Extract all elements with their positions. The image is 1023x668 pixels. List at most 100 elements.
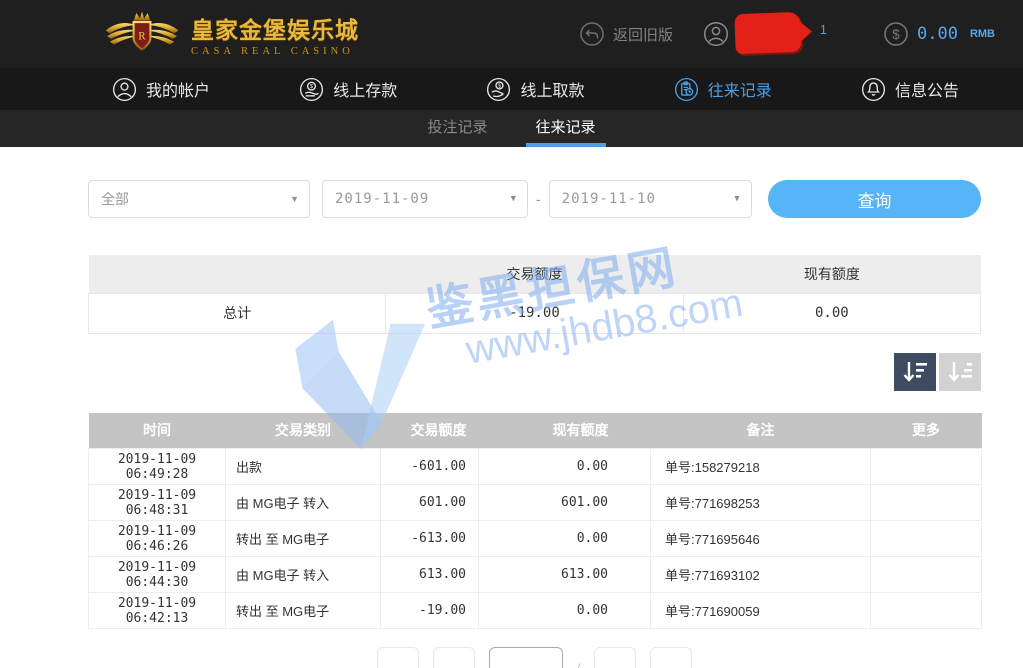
records-clipboard-icon [674, 77, 699, 102]
bell-icon [861, 77, 886, 102]
chevron-down-icon: ▼ [734, 194, 740, 204]
main-content: 全部 ▼ 2019-11-09 ▼ - 2019-11-10 ▼ 查询 交易额度… [88, 180, 981, 668]
user-icon [703, 21, 729, 47]
cell-balance: 0.00 [479, 449, 651, 485]
dollar-circle-icon: $ [883, 21, 909, 47]
summary-total-row: 总计 -19.00 0.00 [89, 293, 981, 333]
col-header-balance: 现有额度 [479, 413, 651, 449]
nav-label: 我的帐户 [146, 77, 210, 101]
cell-amount: 601.00 [381, 485, 479, 521]
records-header-row: 时间 交易类别 交易额度 现有额度 备注 更多 [89, 413, 982, 449]
pagination: / [88, 647, 981, 668]
cell-type: 由 MG电子 转入 [226, 485, 381, 521]
account-info[interactable]: 1 [703, 13, 823, 55]
nav-item-transaction-records[interactable]: 往来记录 [674, 77, 772, 102]
nav-item-my-account[interactable]: 我的帐户 [112, 77, 210, 102]
sort-controls [88, 353, 981, 391]
balance-display[interactable]: $ 0.00 RMB [883, 21, 995, 47]
summary-total-label: 总计 [89, 293, 386, 333]
logo-title: 皇家金堡娱乐城 [191, 11, 359, 45]
back-arrow-icon [579, 21, 605, 47]
nav-item-online-deposit[interactable]: $ 线上存款 [299, 77, 397, 102]
user-icon [112, 77, 137, 102]
redaction-overlay [734, 12, 801, 54]
sort-ascending-button[interactable] [939, 353, 981, 391]
logo-monogram: R [138, 31, 146, 43]
site-logo[interactable]: R 皇家金堡娱乐城 CASA REAL CASINO [100, 8, 359, 60]
table-row: 2019-11-09 06:49:28 出款 -601.00 0.00 单号:1… [89, 449, 982, 485]
tab-betting-records[interactable]: 投注记录 [417, 110, 497, 147]
records-table: 时间 交易类别 交易额度 现有额度 备注 更多 2019-11-09 06:49… [88, 413, 982, 630]
cell-remark: 单号:771693102 [651, 557, 871, 593]
pagination-last-button[interactable] [650, 647, 692, 668]
cell-more [871, 557, 982, 593]
logo-text: 皇家金堡娱乐城 CASA REAL CASINO [191, 11, 359, 57]
top-header: R 皇家金堡娱乐城 CASA REAL CASINO 返回旧版 [0, 0, 1023, 68]
balance-currency: RMB [970, 28, 995, 40]
col-header-more: 更多 [871, 413, 982, 449]
table-row: 2019-11-09 06:48:31 由 MG电子 转入 601.00 601… [89, 485, 982, 521]
cell-type: 转出 至 MG电子 [226, 593, 381, 629]
summary-header-empty [89, 255, 386, 293]
cell-more [871, 521, 982, 557]
pagination-next-button[interactable] [594, 647, 636, 668]
main-nav: 我的帐户 $ 线上存款 $ 线上取款 [0, 68, 1023, 110]
table-row: 2019-11-09 06:44:30 由 MG电子 转入 613.00 613… [89, 557, 982, 593]
cell-type: 转出 至 MG电子 [226, 521, 381, 557]
topbar-right: 返回旧版 1 $ 0.00 RMB [579, 13, 995, 55]
cell-amount: 613.00 [381, 557, 479, 593]
balance-amount: 0.00 [917, 24, 958, 44]
cell-type: 出款 [226, 449, 381, 485]
back-to-old-version-link[interactable]: 返回旧版 [579, 21, 673, 47]
date-to-select[interactable]: 2019-11-10 ▼ [549, 180, 752, 218]
page-input[interactable] [489, 647, 563, 668]
date-to-value: 2019-11-10 [562, 191, 656, 207]
col-header-amount: 交易额度 [381, 413, 479, 449]
sort-descending-icon [901, 359, 929, 385]
cell-time: 2019-11-09 06:42:13 [89, 593, 226, 629]
withdraw-coin-hand-icon: $ [486, 77, 511, 102]
subtab-label: 往来记录 [536, 119, 596, 136]
col-header-remark: 备注 [651, 413, 871, 449]
sort-ascending-icon [946, 359, 974, 385]
chevron-down-icon: ▼ [290, 194, 299, 204]
cell-remark: 单号:771690059 [651, 593, 871, 629]
cell-balance: 0.00 [479, 521, 651, 557]
type-filter-value: 全部 [101, 189, 129, 209]
summary-transaction-amount: -19.00 [386, 293, 683, 333]
subtab-label: 投注记录 [427, 119, 487, 136]
chevron-down-icon: ▼ [511, 194, 517, 204]
logo-subtitle: CASA REAL CASINO [191, 46, 359, 57]
tab-transaction-records[interactable]: 往来记录 [526, 110, 606, 147]
nav-item-online-withdrawal[interactable]: $ 线上取款 [486, 77, 584, 102]
cell-more [871, 593, 982, 629]
nav-label: 往来记录 [708, 77, 772, 101]
deposit-coin-hand-icon: $ [299, 77, 324, 102]
query-button[interactable]: 查询 [768, 180, 981, 218]
col-header-time: 时间 [89, 413, 226, 449]
cell-amount: -613.00 [381, 521, 479, 557]
nav-item-announcements[interactable]: 信息公告 [861, 77, 959, 102]
filter-row: 全部 ▼ 2019-11-09 ▼ - 2019-11-10 ▼ 查询 [88, 180, 981, 218]
cell-more [871, 485, 982, 521]
page-root: R 皇家金堡娱乐城 CASA REAL CASINO 返回旧版 [0, 0, 1023, 668]
cell-time: 2019-11-09 06:44:30 [89, 557, 226, 593]
summary-header-row: 交易额度 现有额度 [89, 255, 981, 293]
sort-descending-button[interactable] [894, 353, 936, 391]
dollar-glyph: $ [498, 83, 501, 89]
pagination-prev-button[interactable] [433, 647, 475, 668]
cell-more [871, 449, 982, 485]
cell-balance: 613.00 [479, 557, 651, 593]
pagination-first-button[interactable] [377, 647, 419, 668]
page-separator: / [577, 661, 580, 668]
cell-type: 由 MG电子 转入 [226, 557, 381, 593]
cell-remark: 单号:771695646 [651, 521, 871, 557]
date-range-separator: - [536, 191, 541, 207]
type-filter-select[interactable]: 全部 ▼ [88, 180, 310, 218]
col-header-type: 交易类别 [226, 413, 381, 449]
cell-time: 2019-11-09 06:46:26 [89, 521, 226, 557]
subtab-bar: 投注记录 往来记录 [0, 110, 1023, 147]
dollar-glyph: $ [892, 27, 900, 42]
date-from-select[interactable]: 2019-11-09 ▼ [322, 180, 528, 218]
nav-label: 线上存款 [333, 77, 397, 101]
